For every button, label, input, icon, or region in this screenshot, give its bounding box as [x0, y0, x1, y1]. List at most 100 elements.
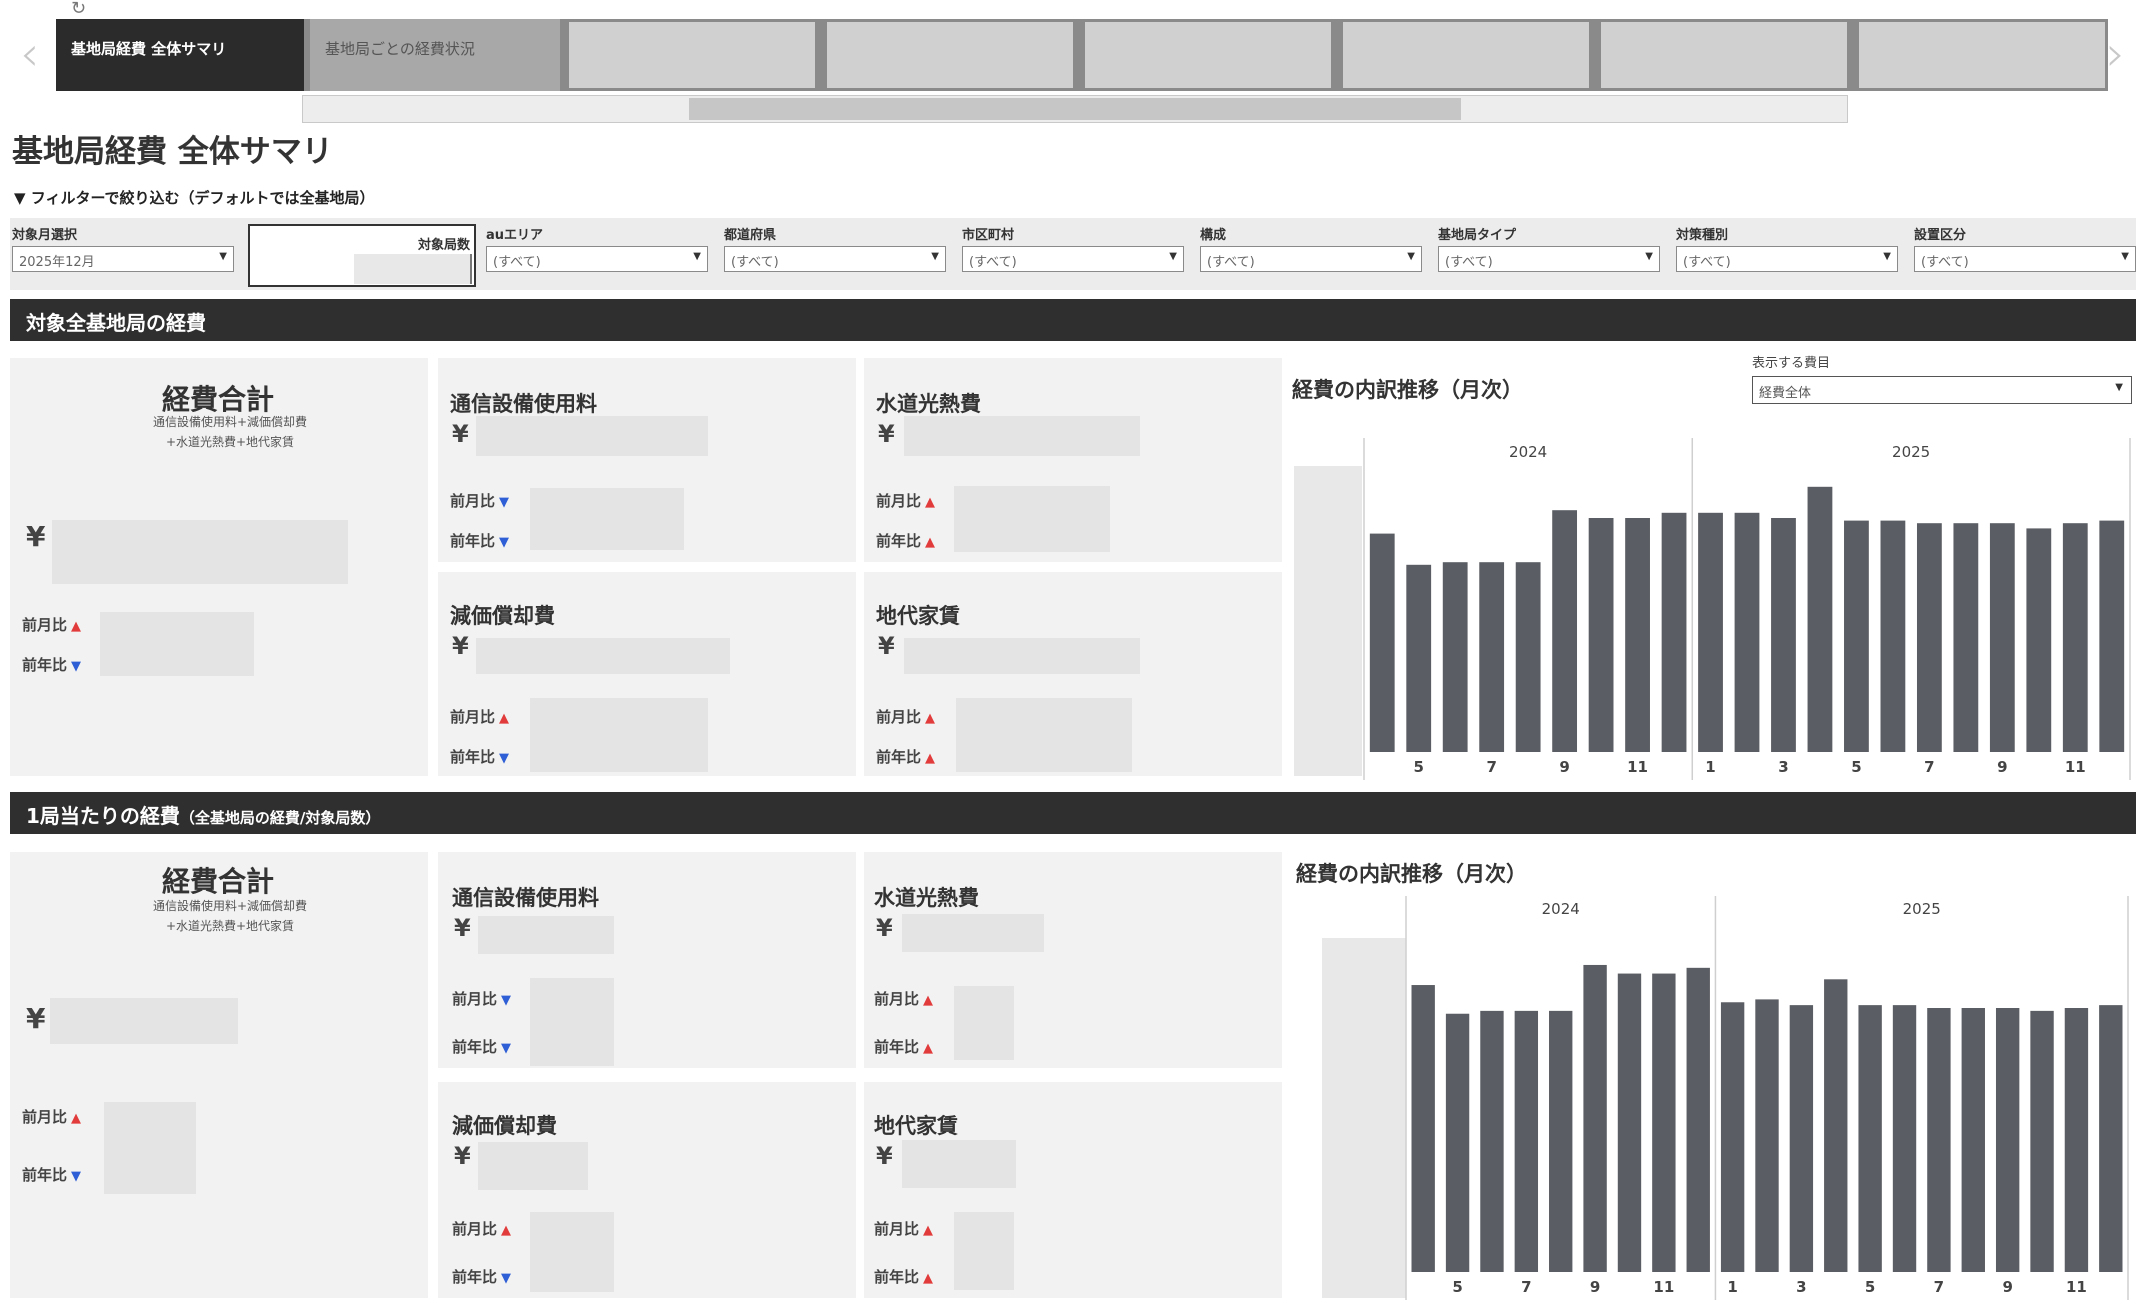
tab-summary[interactable]: 基地局経費 全体サマリ	[56, 19, 304, 91]
filter-measure-type-select[interactable]: (すべて) ▼	[1676, 246, 1898, 272]
cost-item-dropdown-value: 経費全体	[1759, 386, 1812, 401]
mom-text: 前月比	[874, 990, 920, 1008]
tab-next-arrow-icon[interactable]: ›	[2106, 30, 2125, 78]
filter-measure-type: 対策種別 (すべて) ▼	[1676, 224, 1898, 272]
tab-empty-6[interactable]	[1340, 19, 1592, 91]
card-note-line2: +水道光熱費+地代家賃	[165, 435, 295, 449]
x-tick-label: 5	[1865, 1278, 1875, 1296]
filter-toggle[interactable]: ▼ フィルターで絞り込む（デフォルトでは全基地局）	[14, 187, 375, 208]
tab-empty-5[interactable]	[1082, 19, 1334, 91]
cost-item-dropdown-label: 表示する費目	[1752, 356, 1831, 371]
filter-month-select[interactable]: 2025年12月 ▼	[12, 246, 234, 272]
yoy-label: 前年比 ▼	[450, 530, 509, 551]
up-arrow-icon: ▲	[499, 711, 510, 726]
x-tick-label: 3	[1796, 1278, 1806, 1296]
filter-prefecture-select[interactable]: (すべて) ▼	[724, 246, 946, 272]
x-tick-label: 7	[1521, 1278, 1531, 1296]
filter-city-label: 市区町村	[962, 228, 1015, 243]
x-tick-label: 11	[1653, 1278, 1674, 1296]
yoy-label: 前年比 ▼	[450, 746, 509, 767]
refresh-icon[interactable]: ↻	[71, 0, 86, 18]
card-telecom: 通信設備使用料 ¥ 前月比 ▼ 前年比 ▼	[438, 852, 856, 1068]
bar	[1771, 518, 1796, 752]
filter-city-select[interactable]: (すべて) ▼	[962, 246, 1184, 272]
comparison-placeholder	[956, 698, 1132, 772]
x-tick-label: 11	[2065, 758, 2086, 776]
bar	[2030, 1010, 2054, 1272]
chevron-down-icon: ▼	[931, 251, 939, 262]
comparison-placeholder	[954, 1212, 1014, 1290]
bar	[2062, 523, 2088, 752]
filter-equipment: 設置区分 (すべて) ▼	[1914, 224, 2136, 272]
card-note-line2: +水道光熱費+地代家賃	[165, 919, 295, 933]
card-total-cost: 経費合計 通信設備使用料+減価償却費 +水道光熱費+地代家賃 ¥ 前月比 ▲ 前年比…	[10, 358, 428, 776]
filter-station-type-label: 基地局タイプ	[1438, 228, 1517, 243]
card-title: 水道光熱費	[874, 886, 979, 910]
tab-scrollbar-thumb[interactable]	[689, 98, 1461, 120]
comparison-placeholder	[530, 698, 708, 772]
value-placeholder	[50, 998, 238, 1044]
mom-label: 前月比 ▲	[874, 1218, 933, 1239]
card-title: 減価償却費	[450, 604, 555, 628]
yen-symbol: ¥	[454, 1142, 471, 1170]
up-arrow-icon: ▲	[923, 1223, 934, 1238]
yoy-text: 前年比	[874, 1038, 920, 1056]
x-tick-label: 11	[2066, 1278, 2087, 1296]
bar	[2064, 1008, 2089, 1272]
card-title: 減価償却費	[452, 1114, 557, 1138]
x-tick-label: 5	[1851, 758, 1861, 776]
up-arrow-icon: ▲	[923, 1271, 934, 1286]
bar	[1625, 518, 1650, 752]
mom-text: 前月比	[22, 616, 68, 634]
yen-symbol: ¥	[878, 632, 895, 660]
bar	[1479, 562, 1505, 752]
mom-label: 前月比 ▼	[450, 490, 509, 511]
yen-symbol: ¥	[876, 1142, 893, 1170]
down-arrow-icon: ▼	[499, 535, 510, 550]
filter-station-type-select[interactable]: (すべて) ▼	[1438, 246, 1660, 272]
filter-config-select[interactable]: (すべて) ▼	[1200, 246, 1422, 272]
card-note: 通信設備使用料+減価償却費 +水道光熱費+地代家賃	[120, 896, 340, 936]
yen-symbol: ¥	[26, 520, 46, 553]
yoy-text: 前年比	[876, 532, 922, 550]
yoy-label: 前年比 ▲	[874, 1266, 933, 1287]
section-header-all-stations: 対象全基地局の経費	[10, 299, 2136, 341]
tab-prev-arrow-icon[interactable]: ‹	[20, 30, 39, 78]
comparison-placeholder	[104, 1102, 196, 1194]
tab-scrollbar[interactable]	[302, 95, 1848, 123]
yen-symbol: ¥	[452, 420, 469, 448]
tab-empty-7[interactable]	[1598, 19, 1850, 91]
tab-empty-4[interactable]	[824, 19, 1076, 91]
year-label: 2025	[1892, 443, 1930, 461]
bar	[1406, 564, 1432, 752]
value-placeholder	[476, 638, 730, 674]
bar	[2026, 528, 2052, 752]
filter-equipment-select[interactable]: (すべて) ▼	[1914, 246, 2136, 272]
bar	[1514, 1010, 1539, 1272]
yoy-text: 前年比	[452, 1038, 498, 1056]
bar	[1892, 1005, 1917, 1272]
tab-station-costs[interactable]: 基地局ごとの経費状況	[310, 19, 560, 91]
filter-au-area: auエリア (すべて) ▼	[486, 224, 708, 272]
bar	[1734, 512, 1760, 752]
chevron-down-icon: ▼	[693, 251, 701, 262]
yoy-label: 前年比 ▼	[452, 1036, 511, 1057]
down-arrow-icon: ▼	[501, 1041, 512, 1056]
chevron-down-icon: ▼	[219, 251, 227, 262]
filter-au-area-select[interactable]: (すべて) ▼	[486, 246, 708, 272]
down-arrow-icon: ▼	[501, 1271, 512, 1286]
bar	[1515, 562, 1541, 752]
mom-text: 前月比	[450, 492, 496, 510]
bar	[1411, 985, 1435, 1272]
tab-empty-8[interactable]	[1856, 19, 2108, 91]
chevron-down-icon: ▼	[1883, 251, 1891, 262]
comparison-placeholder	[530, 1212, 614, 1292]
x-tick-label: 1	[1727, 1278, 1737, 1296]
filter-au-area-label: auエリア	[486, 228, 544, 243]
card-total-cost: 経費合計 通信設備使用料+減価償却費 +水道光熱費+地代家賃 ¥ 前月比 ▲ 前年比…	[10, 852, 428, 1298]
card-note: 通信設備使用料+減価償却費 +水道光熱費+地代家賃	[120, 412, 340, 452]
card-note-line1: 通信設備使用料+減価償却費	[152, 899, 308, 913]
value-placeholder	[476, 416, 708, 456]
tab-empty-3[interactable]	[566, 19, 818, 91]
cost-item-dropdown[interactable]: 経費全体 ▼	[1752, 376, 2132, 404]
